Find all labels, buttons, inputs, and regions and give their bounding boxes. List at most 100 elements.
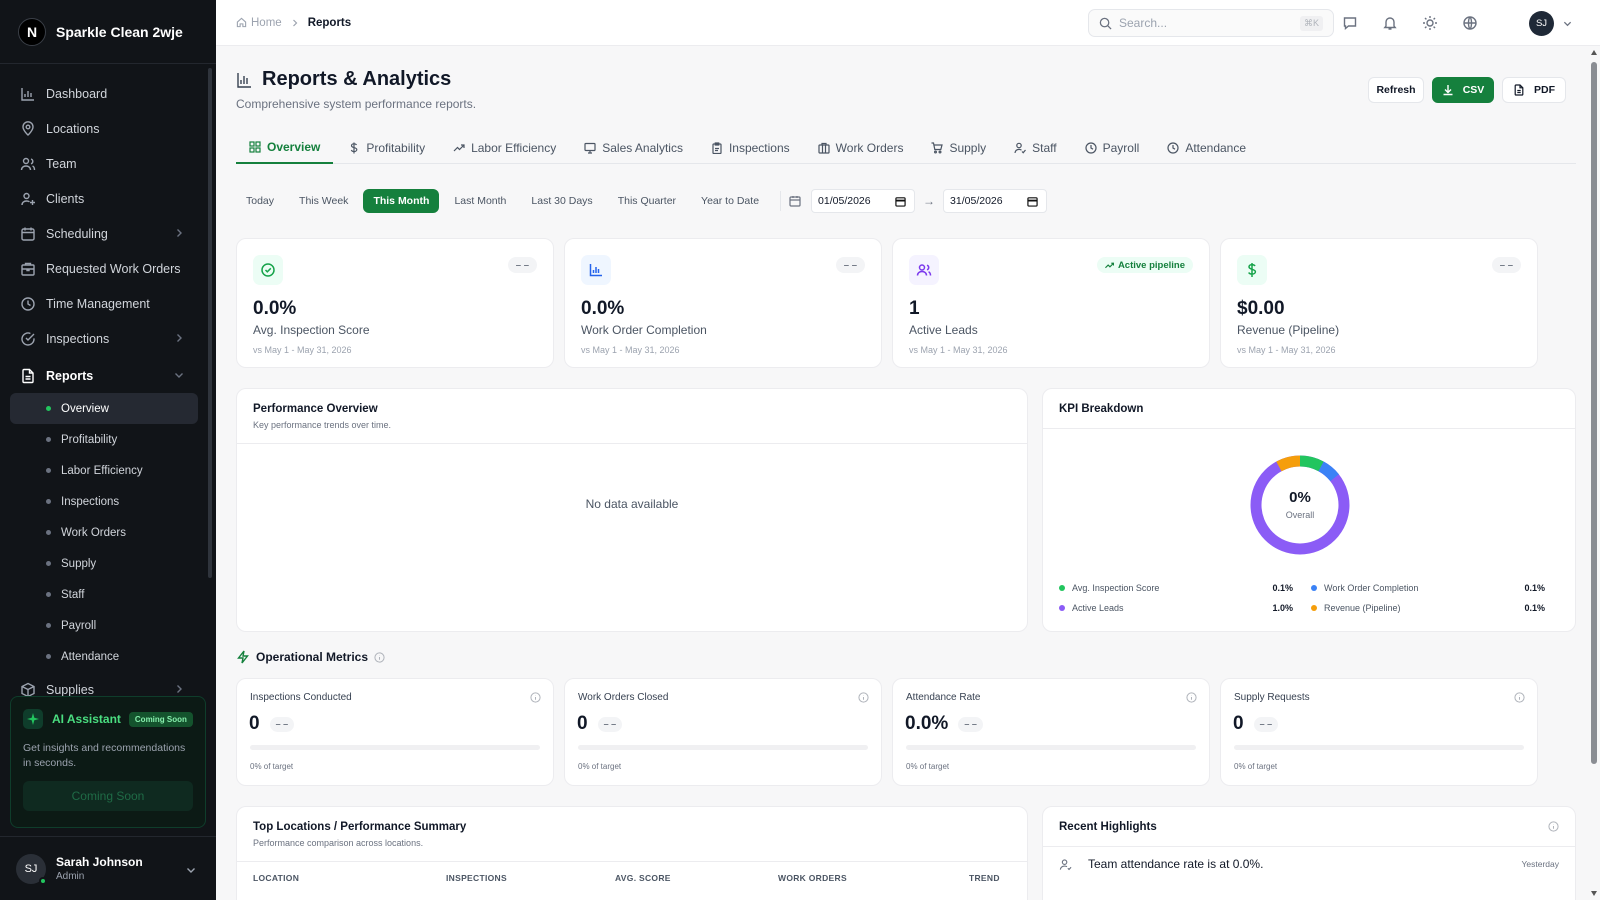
info-icon[interactable] [530, 692, 541, 703]
user-avatar[interactable]: SJ [1529, 11, 1554, 36]
date-to-input[interactable]: 31/05/2026 [943, 189, 1048, 213]
refresh-button[interactable]: Refresh [1368, 77, 1424, 103]
metric-progress-bar [1234, 745, 1524, 750]
search-shortcut: ⌘K [1299, 16, 1323, 31]
sun-icon[interactable] [1422, 15, 1438, 31]
globe-icon[interactable] [1462, 15, 1478, 31]
range-this-month[interactable]: This Month [363, 189, 440, 213]
sidebar-item-clients[interactable]: Clients [0, 181, 216, 216]
page-title: Reports & Analytics [262, 68, 452, 90]
scroll-up-arrow[interactable] [1591, 50, 1597, 55]
brand[interactable]: N Sparkle Clean 2wje [0, 0, 216, 64]
kpi-compare: vs May 1 - May 31, 2026 [1237, 345, 1336, 355]
sidebar-subitem-inspections[interactable]: Inspections [10, 486, 198, 517]
csv-label: CSV [1462, 84, 1485, 96]
range-last-month[interactable]: Last Month [444, 189, 516, 213]
scrollbar-thumb[interactable] [1591, 62, 1597, 764]
kpi-breakdown-card: KPI Breakdown 0% Overall Avg. Inspection… [1042, 388, 1576, 632]
column-header-trend[interactable]: TREND [969, 873, 1000, 883]
check-circle-icon [253, 255, 283, 285]
tab-profitability[interactable]: Profitability [335, 131, 438, 164]
sidebar-subitem-overview[interactable]: Overview [10, 393, 198, 424]
sidebar-item-scheduling[interactable]: Scheduling [0, 216, 216, 251]
report-tabs: Overview Profitability Labor Efficiency … [236, 131, 1576, 164]
kpi-value: $0.00 [1237, 298, 1285, 319]
bullet-icon [46, 561, 51, 566]
tab-label: Attendance [1185, 140, 1247, 155]
sidebar-scrollbar[interactable] [208, 68, 212, 578]
sidebar-item-label: Locations [46, 121, 100, 136]
sidebar-item-requested-work-orders[interactable]: Requested Work Orders [0, 251, 216, 286]
info-icon[interactable] [1514, 692, 1525, 703]
info-icon[interactable] [858, 692, 869, 703]
range-today[interactable]: Today [236, 189, 284, 213]
sidebar-subitem-attendance[interactable]: Attendance [10, 641, 198, 672]
metric-change: – – [269, 716, 295, 732]
range-this-quarter[interactable]: This Quarter [608, 189, 686, 213]
date-from-input[interactable]: 01/05/2026 [811, 189, 916, 213]
subitem-label: Payroll [61, 619, 97, 632]
sidebar-item-dashboard[interactable]: Dashboard [0, 76, 216, 111]
tab-sales-analytics[interactable]: Sales Analytics [571, 131, 696, 164]
briefcase-icon [818, 142, 830, 154]
bell-icon[interactable] [1382, 15, 1398, 31]
user-menu[interactable]: SJ Sarah Johnson Admin [0, 836, 216, 900]
sidebar-subitem-labor-efficiency[interactable]: Labor Efficiency [10, 455, 198, 486]
search-placeholder: Search... [1119, 16, 1168, 30]
message-icon[interactable] [1342, 15, 1358, 31]
range-last-30-days[interactable]: Last 30 Days [521, 189, 602, 213]
column-header-inspections[interactable]: INSPECTIONS [446, 873, 507, 883]
search-input[interactable]: Search... ⌘K [1088, 9, 1334, 37]
export-pdf-button[interactable]: PDF [1502, 77, 1566, 103]
ai-assistant-title: AI Assistant [52, 712, 121, 726]
sidebar-subitem-staff[interactable]: Staff [10, 579, 198, 610]
column-header-avg-score[interactable]: AVG. SCORE [615, 873, 671, 883]
tab-attendance[interactable]: Attendance [1154, 131, 1259, 164]
sidebar-item-reports[interactable]: Reports [0, 358, 216, 393]
kpi-change-badge: – – [507, 257, 537, 273]
sidebar-subitem-payroll[interactable]: Payroll [10, 610, 198, 641]
trending-up-icon [1104, 262, 1114, 268]
sidebar-item-label: Supplies [46, 682, 94, 697]
info-icon[interactable] [374, 651, 385, 663]
refresh-label: Refresh [1376, 84, 1416, 96]
tab-payroll[interactable]: Payroll [1072, 131, 1153, 164]
tab-label: Payroll [1102, 140, 1140, 155]
cart-icon [931, 141, 944, 154]
tab-inspections[interactable]: Inspections [698, 131, 803, 164]
range-year-to-date[interactable]: Year to Date [691, 189, 769, 213]
scroll-down-arrow[interactable] [1591, 891, 1597, 896]
sidebar-subitem-work-orders[interactable]: Work Orders [10, 517, 198, 548]
sidebar-item-team[interactable]: Team [0, 146, 216, 181]
sidebar-item-time-management[interactable]: Time Management [0, 286, 216, 321]
sidebar-subitem-profitability[interactable]: Profitability [10, 424, 198, 455]
tab-supply[interactable]: Supply [918, 131, 999, 164]
tab-staff[interactable]: Staff [1001, 131, 1069, 164]
operational-metrics-header: Operational Metrics [236, 650, 385, 664]
chevron-down-icon[interactable] [1563, 19, 1572, 28]
breadcrumb-home[interactable]: Home [251, 17, 282, 29]
sidebar-nav: Dashboard Locations Team Clients Schedul… [0, 64, 216, 707]
sidebar-item-locations[interactable]: Locations [0, 111, 216, 146]
range-this-week[interactable]: This Week [289, 189, 358, 213]
column-header-work-orders[interactable]: WORK ORDERS [778, 873, 847, 883]
tab-overview[interactable]: Overview [236, 131, 334, 164]
sidebar-subitem-supply[interactable]: Supply [10, 548, 198, 579]
subitem-label: Supply [61, 557, 97, 570]
online-status-dot [39, 876, 47, 885]
metric-card-work-orders-closed: Work Orders Closed 0 – – 0% of target [564, 678, 882, 786]
column-header-location[interactable]: LOCATION [253, 873, 299, 883]
export-csv-button[interactable]: CSV [1432, 77, 1494, 103]
sidebar-item-inspections[interactable]: Inspections [0, 321, 216, 356]
tab-work-orders[interactable]: Work Orders [805, 131, 917, 164]
page-scrollbar[interactable] [1588, 46, 1600, 900]
tab-labor-efficiency[interactable]: Labor Efficiency [440, 131, 569, 164]
tab-label: Work Orders [835, 140, 904, 155]
info-icon[interactable] [1548, 821, 1559, 832]
ai-coming-soon-button[interactable]: Coming Soon [23, 781, 193, 811]
subitem-label: Overview [61, 402, 109, 415]
monitor-icon [584, 142, 596, 154]
info-icon[interactable] [1186, 692, 1197, 703]
tab-label: Inspections [728, 140, 790, 155]
date-range-selector: Today This Week This Month Last Month La… [236, 189, 1048, 213]
